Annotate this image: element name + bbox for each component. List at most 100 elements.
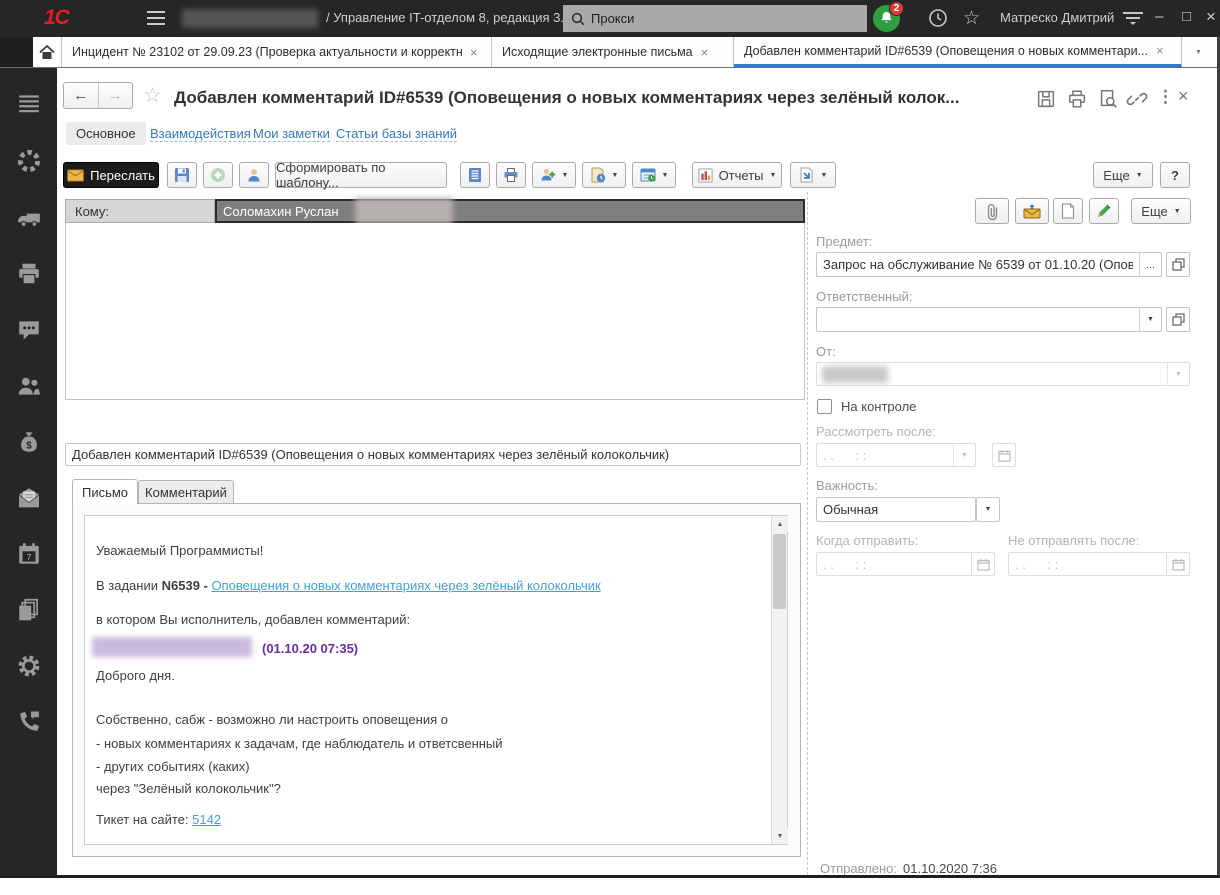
close-tab-icon[interactable]: × bbox=[1156, 44, 1164, 57]
save-button[interactable] bbox=[167, 162, 197, 188]
tab-home[interactable] bbox=[33, 37, 62, 67]
send-receive-dropdown[interactable]: ▼ bbox=[790, 162, 836, 188]
task-link[interactable]: Оповещения о новых комментариях через зе… bbox=[212, 578, 601, 593]
forward-button[interactable]: → bbox=[99, 83, 133, 108]
tab-comment-added[interactable]: Добавлен комментарий ID#6539 (Оповещения… bbox=[734, 37, 1182, 67]
preview-icon[interactable] bbox=[1097, 88, 1119, 110]
tab-label: Добавлен комментарий ID#6539 (Оповещения… bbox=[744, 44, 1148, 58]
add-participant-dropdown[interactable]: ▼ bbox=[532, 162, 576, 188]
new-document-button[interactable] bbox=[1053, 198, 1083, 224]
email-salutation: Доброго дня. bbox=[96, 668, 175, 683]
recipients-list-area[interactable] bbox=[65, 223, 805, 400]
close-tab-icon[interactable]: × bbox=[701, 46, 709, 59]
nav-link-main[interactable]: Основное bbox=[66, 122, 146, 145]
print-icon[interactable] bbox=[1066, 88, 1088, 110]
service-menu-icon[interactable] bbox=[1122, 11, 1144, 26]
open-subject-icon[interactable] bbox=[1166, 252, 1190, 277]
panel-splitter[interactable] bbox=[807, 192, 808, 875]
calendar-section-icon[interactable]: 7 bbox=[16, 541, 42, 567]
current-user-name[interactable]: Матреско Дмитрий bbox=[1000, 10, 1114, 25]
tab-incident[interactable]: Инцидент № 23102 от 29.09.23 (Проверка а… bbox=[62, 37, 492, 67]
registry-button[interactable] bbox=[460, 162, 490, 188]
email-greeting: Уважаемый Программисты! bbox=[96, 543, 263, 558]
settings-gear-icon[interactable] bbox=[16, 653, 42, 679]
scroll-up-icon[interactable]: ▲ bbox=[772, 516, 788, 532]
favorite-star-icon[interactable]: ☆ bbox=[143, 83, 162, 108]
reports-dropdown[interactable]: Отчеты ▼ bbox=[692, 162, 782, 188]
contact-button[interactable] bbox=[239, 162, 269, 188]
edit-pencil-button[interactable] bbox=[1089, 198, 1119, 224]
load-email-button[interactable] bbox=[1015, 198, 1049, 224]
task-number: N6539 - bbox=[162, 578, 208, 593]
desktop-menu-icon[interactable] bbox=[16, 90, 42, 116]
money-bag-icon[interactable]: $ bbox=[16, 429, 42, 455]
review-after-calendar-icon bbox=[992, 443, 1016, 467]
tab-list-dropdown[interactable]: ▼ bbox=[1182, 37, 1215, 67]
back-button[interactable]: ← bbox=[64, 83, 99, 108]
subject-ref-input[interactable]: Запрос на обслуживание № 6539 от 01.10.2… bbox=[816, 252, 1162, 277]
minimize-button[interactable]: – bbox=[1155, 8, 1163, 25]
email-scrollbar[interactable]: ▲ ▼ bbox=[771, 516, 787, 844]
not-send-after-calendar-icon bbox=[1166, 552, 1190, 576]
mail-section-icon[interactable] bbox=[16, 485, 42, 511]
forward-email-button[interactable]: Переслать bbox=[63, 162, 159, 188]
on-control-label: На контроле bbox=[841, 399, 916, 414]
importance-select[interactable]: Обычная bbox=[816, 497, 976, 522]
print-button[interactable] bbox=[496, 162, 526, 188]
get-link-icon[interactable] bbox=[1126, 88, 1148, 110]
responsible-dropdown[interactable]: ▼ bbox=[1139, 308, 1161, 331]
importance-dropdown[interactable]: ▼ bbox=[976, 497, 1000, 522]
schedule-dropdown[interactable]: ▼ bbox=[632, 162, 676, 188]
history-icon[interactable] bbox=[928, 8, 948, 28]
to-value-cell[interactable]: Соломахин Руслан bbox=[215, 199, 805, 223]
subject-ref-label: Предмет: bbox=[816, 234, 872, 249]
close-window-button[interactable]: × bbox=[1206, 7, 1216, 27]
choose-button[interactable]: ... bbox=[1139, 253, 1161, 276]
toolbar-more-button[interactable]: Еще ▼ bbox=[1093, 162, 1153, 188]
tab-letter-label: Письмо bbox=[82, 485, 128, 500]
phone-support-icon[interactable] bbox=[16, 709, 42, 735]
tab-letter[interactable]: Письмо bbox=[72, 479, 138, 504]
envelope-icon bbox=[67, 169, 84, 182]
nav-link-kb-articles[interactable]: Статьи базы знаний bbox=[336, 126, 457, 142]
open-responsible-icon[interactable] bbox=[1166, 307, 1190, 332]
tab-comment[interactable]: Комментарий bbox=[138, 480, 234, 504]
redacted-from bbox=[822, 366, 888, 383]
documents-stack-icon[interactable] bbox=[16, 597, 42, 623]
scroll-thumb[interactable] bbox=[773, 534, 786, 609]
save-icon[interactable] bbox=[1035, 88, 1057, 110]
generate-by-template-button[interactable]: Сформировать по шаблону... bbox=[275, 162, 447, 188]
attachments-button[interactable] bbox=[975, 198, 1009, 224]
attachments-more-button[interactable]: Еще ▼ bbox=[1131, 198, 1191, 224]
subject-input[interactable]: Добавлен комментарий ID#6539 (Оповещения… bbox=[65, 443, 801, 466]
printer-section-icon[interactable] bbox=[16, 261, 42, 287]
nav-link-interactions[interactable]: Взаимодействия bbox=[150, 126, 251, 142]
sections-wheel-icon[interactable] bbox=[16, 148, 42, 174]
delivery-van-icon[interactable] bbox=[16, 205, 42, 231]
more-menu-dots-icon[interactable]: ⋮ bbox=[1157, 87, 1174, 107]
close-tab-icon[interactable]: × bbox=[470, 46, 478, 59]
global-search-input[interactable]: Прокси bbox=[563, 5, 867, 32]
favorites-star-icon[interactable]: ☆ bbox=[963, 7, 980, 30]
users-section-icon[interactable] bbox=[16, 373, 42, 399]
close-form-icon[interactable]: × bbox=[1178, 86, 1189, 107]
responsible-input[interactable]: ▼ bbox=[816, 307, 1162, 332]
app-window: 1С / Управление IT-отделом 8, редакция 3… bbox=[0, 0, 1220, 895]
media-chat-icon[interactable] bbox=[16, 317, 42, 343]
scroll-down-icon[interactable]: ▼ bbox=[772, 828, 788, 844]
maximize-button[interactable]: □ bbox=[1182, 8, 1191, 25]
ticket-link[interactable]: 5142 bbox=[192, 812, 221, 827]
chevron-down-icon: ▼ bbox=[985, 506, 992, 513]
datetime-placeholder: . . : : bbox=[823, 557, 866, 572]
help-button[interactable]: ? bbox=[1160, 162, 1190, 188]
create-button[interactable] bbox=[203, 162, 233, 188]
main-menu-icon[interactable] bbox=[146, 10, 166, 26]
planning-dropdown[interactable]: ▼ bbox=[582, 162, 626, 188]
1c-logo: 1С bbox=[44, 6, 69, 30]
tab-outgoing-mail[interactable]: Исходящие электронные письма × bbox=[492, 37, 734, 67]
on-control-checkbox[interactable] bbox=[817, 399, 832, 414]
chevron-down-icon: ▼ bbox=[1136, 172, 1143, 179]
nav-link-my-notes[interactable]: Мои заметки bbox=[253, 126, 330, 142]
responsible-label: Ответственный: bbox=[816, 289, 912, 304]
from-dropdown: ▼ bbox=[1167, 363, 1189, 385]
